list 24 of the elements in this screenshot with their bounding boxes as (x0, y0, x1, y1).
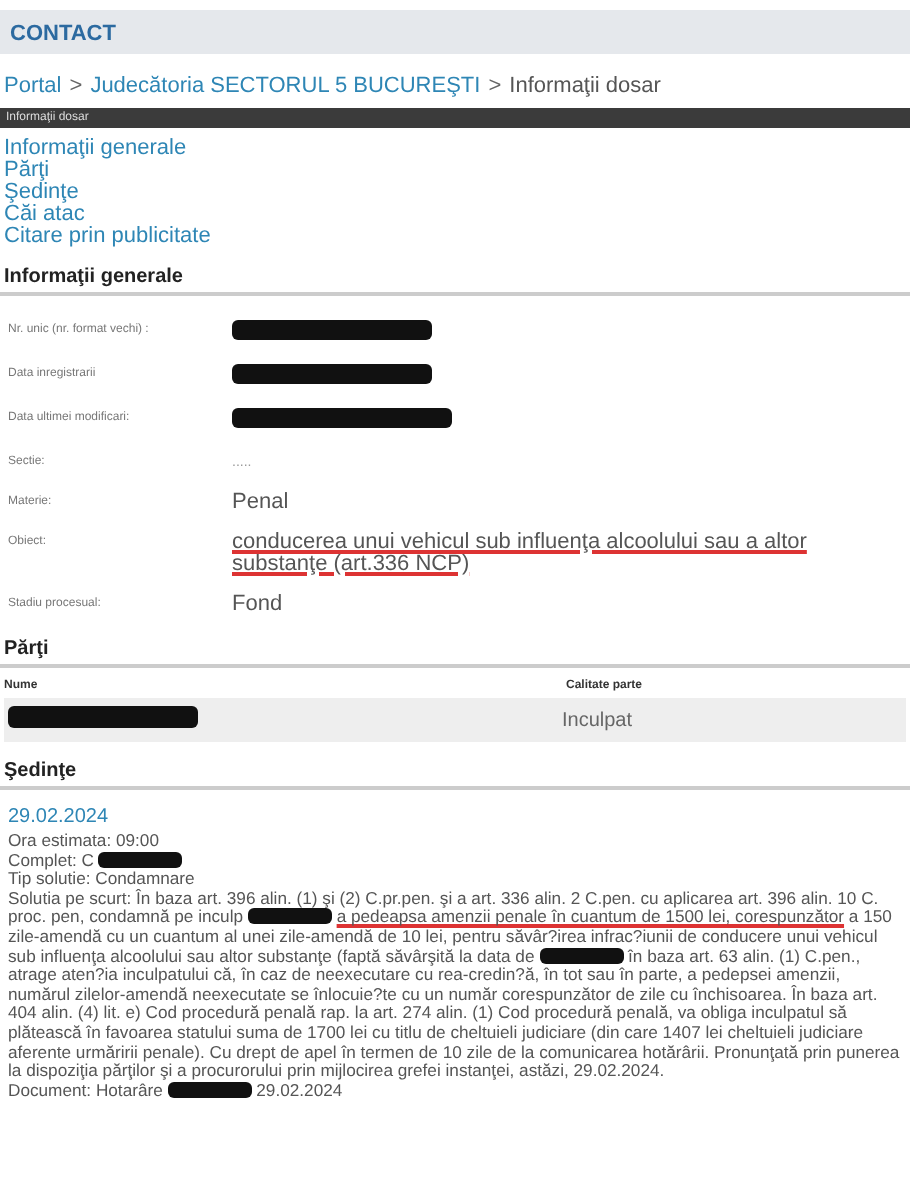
section-link[interactable]: Şedinţe (4, 182, 79, 204)
section-link[interactable]: Părţi (4, 160, 50, 182)
hearing-text: Complet: C (8, 851, 183, 871)
hearing-text: Tip solutie: Condamnare (8, 870, 195, 889)
hearing-text: Solutia pe scurt: În baza art. 396 alin. (1) şi (2) C.pr.pen. şi a art. 336 alin. 2 C.pen. cu aplicarea art. 396 alin. 10 C. proc. pen, condamnă pe inculp a pedeapsa amenzii penale în cuantum de 1500 lei, corespunzător a 150 zile-amendă cu un cuantum al unei zile-amendă de 10 lei, pentru săvâr?irea infrac?iunii de conducere unui vehicul sub influenţa alcoolului sau altor substanţe (faptă săvârşită la data de în baza art. 63 alin. (1) C.pen., atrage aten?ia inculpatului că, în caz de neexecutare cu rea-credin?ă, în tot sau în parte, a pedepsei amenzii, numărul zilelor-amendă neexecutate se înlocuie?te cu un număr corespunzător de zile cu închisoarea. În baza art. 404 alin. (4) lit. e) Cod procedură penală rap. la art. 274 alin. (1) Cod procedură penală, va obliga inculpatul să plătească în favoarea statului suma de 1700 lei cu titlu de cheltuieli judiciare (din care 1407 lei cheltuieli judiciare aferente urmăririi penale). Cu drept de apel în termen de 10 zile de la comunicarea hotărârii. Pronunţată prin punerea la dispoziţia părţilor şi a procurorului prin mijlocirea grefei instanţei, astăzi, 29.02.2024. (8, 889, 902, 1082)
breadcrumb-link[interactable]: Judecătoria SECTORUL 5 BUCUREŞTI (90, 74, 481, 98)
hearing-text: Ora estimata: 09:00 (8, 832, 159, 852)
section-heading: Informaţii generale (0, 266, 910, 296)
breadcrumb-separator: > (488, 74, 502, 98)
section-link[interactable]: Informaţii generale (4, 138, 187, 160)
breadcrumb-separator: > (69, 74, 83, 98)
field-value: Penal (232, 492, 291, 514)
table-cell-text: Inculpat (562, 709, 635, 731)
breadcrumb-link[interactable]: Portal (4, 74, 62, 98)
field-value: Fond (232, 594, 285, 616)
hearing-text: Document: Hotarâre 29.02.2024 (8, 1081, 343, 1101)
breadcrumb-current: Informaţii dosar (509, 74, 661, 98)
hearing-date[interactable]: 29.02.2024 (0, 790, 910, 832)
section-heading: Părţi (0, 638, 910, 668)
section-heading: Şedinţe (0, 760, 910, 790)
field-value: conducerea unui vehicul sub influenţa alcoolului sau a altor substanţe (art.336 NCP) (232, 532, 809, 576)
section-link[interactable]: Căi atac (4, 204, 85, 226)
contact-link[interactable]: CONTACT (10, 22, 116, 46)
section-link[interactable]: Citare prin publicitate (4, 226, 211, 248)
